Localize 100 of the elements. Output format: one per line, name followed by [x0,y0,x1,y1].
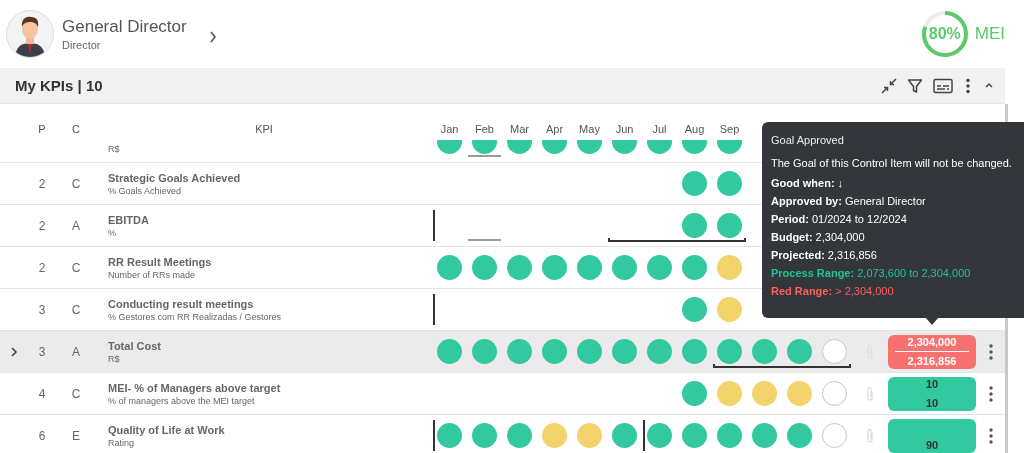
status-dot[interactable] [542,423,567,448]
status-dot[interactable] [717,255,742,280]
kpi-title[interactable]: MEI- % of Managers above target [108,381,281,394]
kpi-unit: % Gestores com RR Realizadas / Gestores [108,311,283,322]
kpi-unit: Number of RRs made [108,269,197,280]
kpi-title[interactable]: Quality of Life at Work [108,423,225,436]
score-label: MEI [974,24,1005,44]
status-dot[interactable] [717,423,742,448]
status-dot[interactable] [612,255,637,280]
category-value: C [71,176,81,191]
status-dot[interactable] [577,255,602,280]
status-dot[interactable] [717,381,742,406]
status-dot[interactable] [542,339,567,364]
status-dot[interactable] [682,213,707,238]
more-icon[interactable] [963,77,973,94]
kpi-row[interactable]: 4 C MEI- % of Managers above target % of managers above the MEI target 10 10 [0,373,1005,415]
priority-value: 4 [38,386,46,401]
status-dot[interactable] [472,339,497,364]
panel-title: My KPIs | 10 [15,77,103,94]
kpi-unit: R$ [108,353,121,364]
status-dot[interactable] [752,339,777,364]
tooltip-line: Process Range: 2,073,600 to 2,304,000 [771,266,972,281]
avatar[interactable] [6,10,54,58]
status-dot[interactable] [717,213,742,238]
status-dot[interactable] [787,423,812,448]
status-dot[interactable] [717,297,742,322]
priority-value: 3 [38,302,46,317]
kpi-unit: Rating [108,437,135,448]
status-dot[interactable] [507,423,532,448]
paperclip-icon[interactable] [866,385,874,402]
status-dot[interactable] [787,381,812,406]
month-header: May [578,123,601,135]
priority-value: 2 [38,176,46,191]
expand-icon[interactable] [10,346,18,357]
category-value: A [72,218,80,233]
column-header[interactable]: C [56,123,96,135]
collapse-icon[interactable] [881,77,897,94]
kpi-unit: % [108,227,117,238]
status-dot[interactable] [647,255,672,280]
kpi-title[interactable]: Total Cost [108,339,161,352]
status-dot[interactable] [717,339,742,364]
kpi-title[interactable]: RR Result Meetings [108,255,212,268]
status-dot[interactable] [752,381,777,406]
empty-status-circle[interactable] [822,339,847,364]
status-dot[interactable] [542,255,567,280]
kpi-title[interactable]: Conducting result meetings [108,297,254,310]
status-dot[interactable] [612,339,637,364]
status-dot[interactable] [682,171,707,196]
status-dot[interactable] [577,423,602,448]
status-dot[interactable] [507,339,532,364]
status-dot[interactable] [437,339,462,364]
paperclip-icon[interactable] [866,427,874,444]
month-header: Mar [509,123,530,135]
category-value: A [72,344,80,359]
month-header: Jul [651,123,668,135]
month-header: Aug [683,123,706,135]
status-dot[interactable] [472,255,497,280]
category-value: C [71,386,81,401]
more-icon[interactable] [988,343,993,360]
status-dot[interactable] [437,423,462,448]
empty-status-circle[interactable] [822,381,847,406]
status-dot[interactable] [647,339,672,364]
empty-status-circle[interactable] [822,423,847,448]
tooltip-title: Goal Approved [771,134,845,146]
month-header: Feb [474,123,495,135]
column-header[interactable]: KPI [96,123,432,135]
status-dot[interactable] [647,423,672,448]
score-value: 80% [928,25,961,43]
status-dot[interactable] [717,171,742,196]
column-header[interactable]: P [28,123,56,135]
kpi-row[interactable]: 6 E Quality of Life at Work Rating 90 [0,415,1005,453]
kpi-unit: R$ [108,143,121,154]
subtitles-icon[interactable] [933,77,953,94]
result-badge[interactable]: 10 10 [888,376,976,411]
status-dot[interactable] [787,339,812,364]
kpi-title[interactable]: Strategic Goals Achieved [108,171,241,184]
status-dot[interactable] [612,423,637,448]
status-dot[interactable] [437,255,462,280]
month-header: Jun [614,123,635,135]
progress-ring [920,10,969,58]
chevron-right-icon[interactable] [208,31,217,43]
result-badge[interactable]: 90 [888,418,976,453]
status-dot[interactable] [682,255,707,280]
status-dot[interactable] [682,297,707,322]
priority-value: 2 [38,260,46,275]
status-dot[interactable] [682,381,707,406]
kpi-title[interactable]: EBITDA [108,213,149,226]
status-dot[interactable] [577,339,602,364]
priority-value: 3 [38,344,46,359]
status-dot[interactable] [472,423,497,448]
status-dot[interactable] [682,423,707,448]
more-icon[interactable] [988,427,993,444]
kpi-row[interactable]: 3 A Total Cost R$ 2,304,000 2,316,856 [0,331,1005,373]
status-dot[interactable] [507,255,532,280]
priority-value: 2 [38,218,46,233]
status-dot[interactable] [682,339,707,364]
filter-icon[interactable] [907,77,923,94]
more-icon[interactable] [988,385,993,402]
status-dot[interactable] [752,423,777,448]
user-name[interactable]: General Director [62,17,187,37]
